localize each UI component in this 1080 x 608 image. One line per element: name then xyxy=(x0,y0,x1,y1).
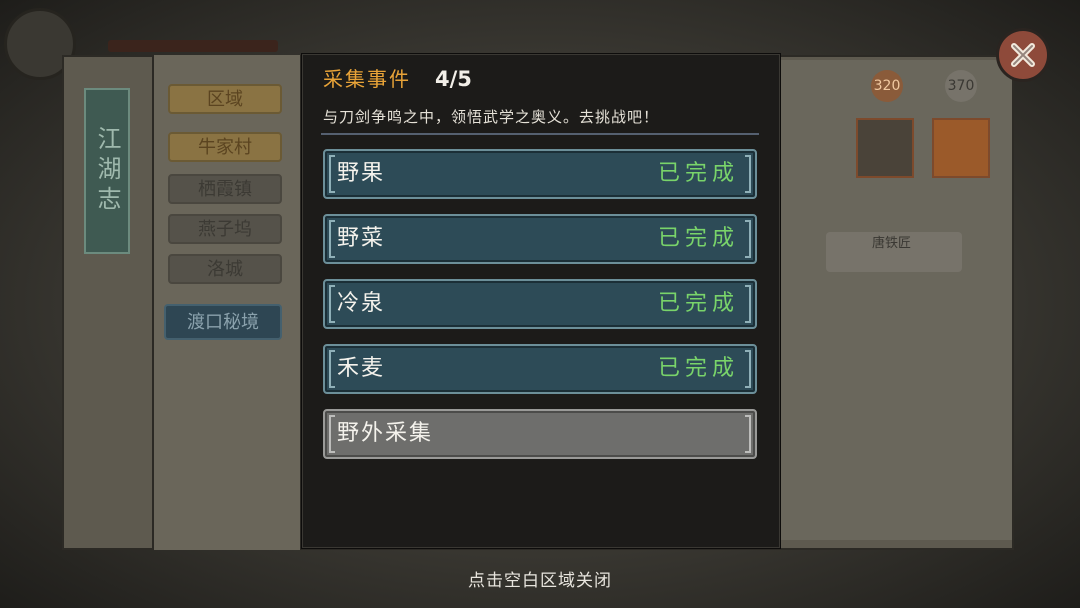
event-status: 已完成 xyxy=(657,226,739,251)
close-icon xyxy=(1011,43,1035,67)
background-region-column xyxy=(152,55,302,550)
event-name: 禾麦 xyxy=(337,356,386,381)
event-item[interactable]: 冷泉 已完成 xyxy=(323,279,757,329)
event-item-pending[interactable]: 野外采集 xyxy=(323,409,757,459)
reward-mark: 370 xyxy=(945,70,977,102)
event-item[interactable]: 禾麦 已完成 xyxy=(323,344,757,394)
close-hint: 点击空白区域关闭 xyxy=(468,571,612,591)
side-banner: 江湖志 xyxy=(84,88,130,254)
event-item[interactable]: 野菜 已完成 xyxy=(323,214,757,264)
location-item: 栖霞镇 xyxy=(168,174,282,204)
dialog-description: 与刀剑争鸣之中，领悟武学之奥义。去挑战吧！ xyxy=(323,108,660,126)
event-status: 已完成 xyxy=(657,291,739,316)
hp-bar xyxy=(108,40,278,52)
event-name: 野果 xyxy=(337,161,386,186)
reward-mark: 320 xyxy=(871,70,903,102)
event-name: 野外采集 xyxy=(337,421,434,446)
close-button[interactable] xyxy=(996,28,1050,82)
event-name: 野菜 xyxy=(337,226,386,251)
location-item: 牛家村 xyxy=(168,132,282,162)
event-item[interactable]: 野果 已完成 xyxy=(323,149,757,199)
event-name: 冷泉 xyxy=(337,291,386,316)
location-item: 燕子坞 xyxy=(168,214,282,244)
reward-card xyxy=(856,118,914,178)
reward-card xyxy=(932,118,990,178)
secret-realm-button: 渡口秘境 xyxy=(164,304,282,340)
event-status: 已完成 xyxy=(657,356,739,381)
event-status: 已完成 xyxy=(657,161,739,186)
gather-event-dialog: 采集事件 4/5 与刀剑争鸣之中，领悟武学之奥义。去挑战吧！ 野果 已完成 野菜… xyxy=(302,54,780,548)
event-progress: 4/5 xyxy=(435,67,472,91)
npc-card: 唐铁匠 xyxy=(826,232,962,272)
region-tab: 区域 xyxy=(168,84,282,114)
location-item: 洛城 xyxy=(168,254,282,284)
dialog-title: 采集事件 xyxy=(323,67,411,91)
npc-name: 唐铁匠 xyxy=(872,236,912,251)
divider xyxy=(321,133,759,135)
